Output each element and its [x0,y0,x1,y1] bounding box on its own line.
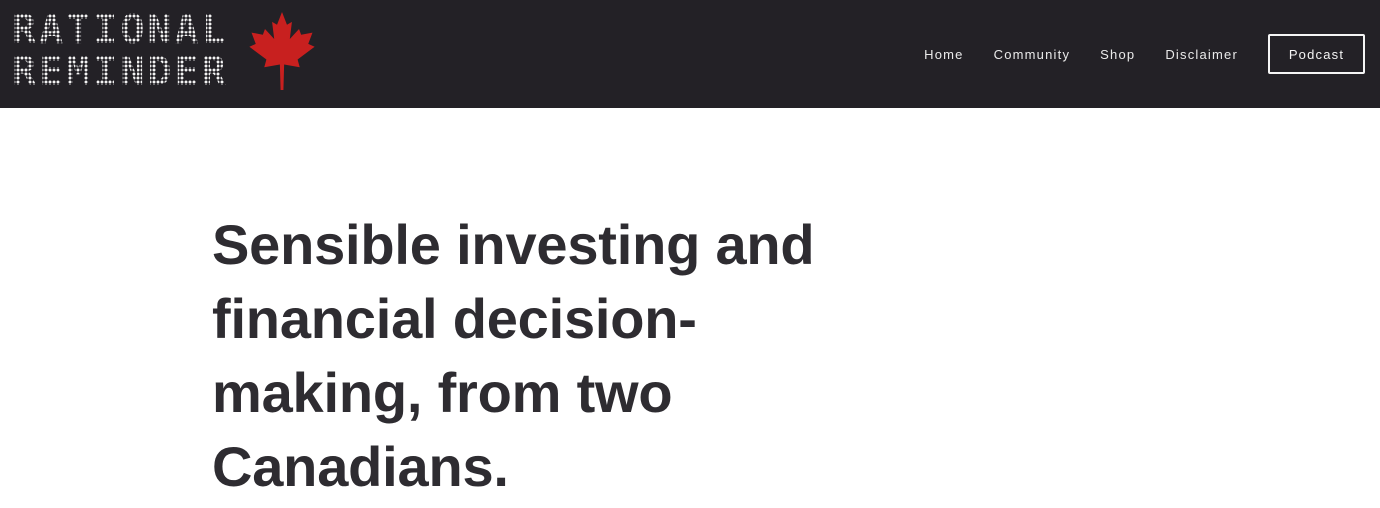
nav-community-link[interactable]: Community [994,47,1071,62]
main-nav: Home Community Shop Disclaimer Podcast [924,0,1365,108]
nav-home-link[interactable]: Home [924,47,963,62]
nav-shop-link[interactable]: Shop [1100,47,1135,62]
site-header: RATIONAL REMINDER Home Community Shop Di… [0,0,1380,108]
logo-line-1: RATIONAL [12,7,229,53]
nav-disclaimer-link[interactable]: Disclaimer [1165,47,1238,62]
hero-title: Sensible investing and financial decisio… [212,213,815,498]
hero-section: Sensible investing and financial decisio… [212,208,892,504]
podcast-button[interactable]: Podcast [1268,34,1365,74]
site-logo[interactable]: RATIONAL REMINDER [12,10,322,92]
maple-leaf-icon [249,12,315,90]
logo-line-2: REMINDER [12,49,229,95]
